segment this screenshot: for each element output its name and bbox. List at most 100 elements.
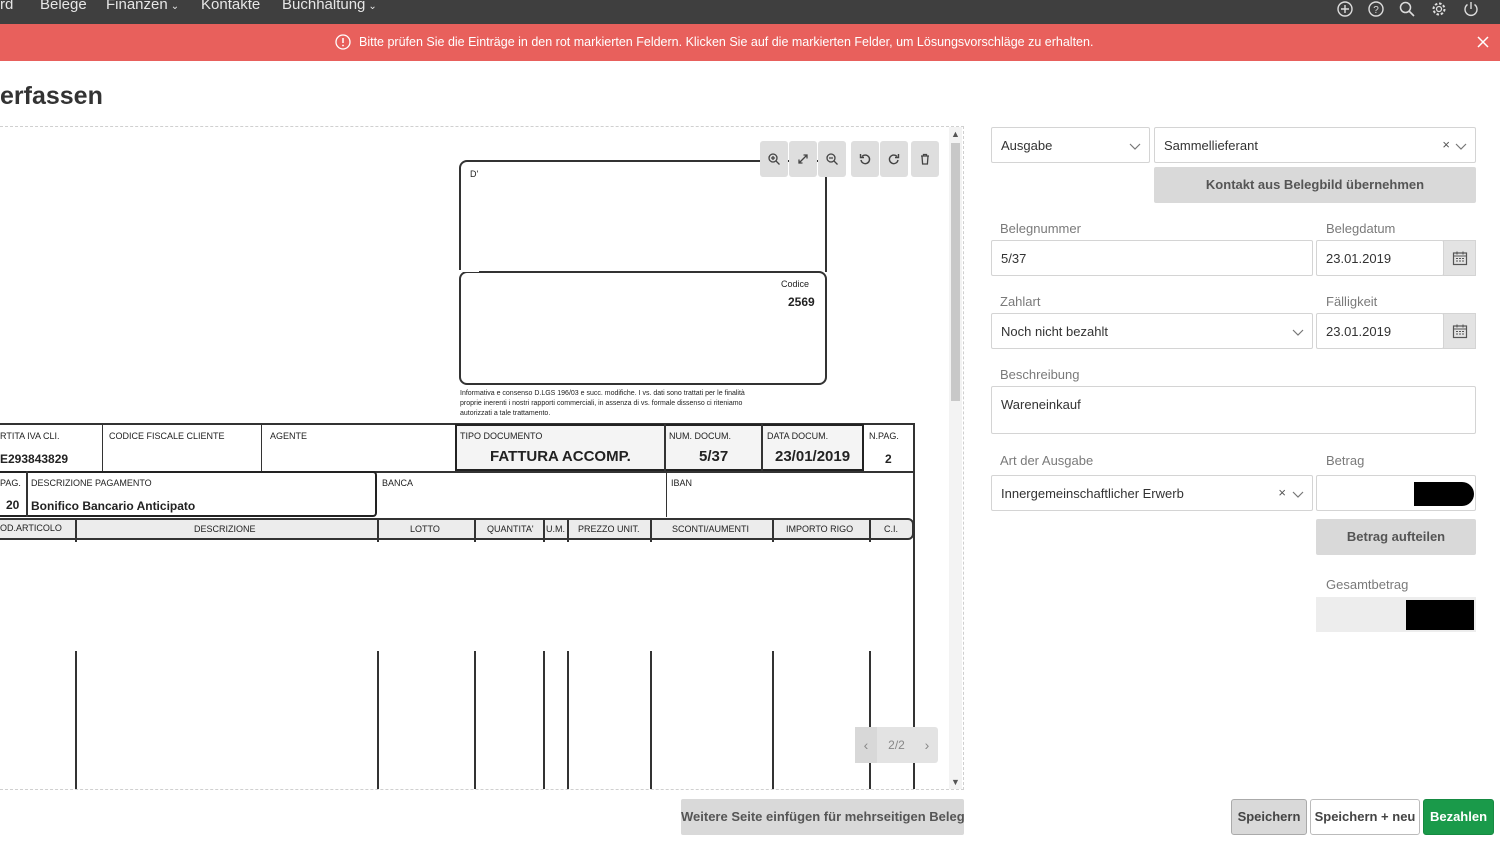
clear-icon[interactable]: × bbox=[1442, 137, 1450, 152]
invoice-codice-label: Codice bbox=[781, 279, 810, 289]
contact-from-image-button[interactable]: Kontakt aus Belegbild übernehmen bbox=[1154, 167, 1476, 203]
chevron-down-icon bbox=[1455, 143, 1467, 150]
plus-circle-icon[interactable] bbox=[1336, 0, 1354, 18]
clear-icon[interactable]: × bbox=[1278, 485, 1286, 500]
data-docum-value: 23/01/2019 bbox=[775, 448, 851, 465]
close-icon[interactable] bbox=[1475, 34, 1491, 50]
nav-item-dashboard[interactable]: rd bbox=[0, 0, 13, 13]
fit-button[interactable] bbox=[789, 141, 817, 177]
scroll-down-icon[interactable]: ▼ bbox=[949, 775, 962, 789]
rule bbox=[664, 424, 666, 471]
num-docum-value: 5/37 bbox=[699, 448, 729, 465]
pay-button[interactable]: Bezahlen bbox=[1423, 799, 1494, 835]
rule bbox=[772, 520, 774, 542]
scroll-up-icon[interactable]: ▲ bbox=[949, 127, 962, 141]
invoice-codice-value: 2569 bbox=[788, 295, 815, 309]
partita-iva-label: RTITA IVA CLI. bbox=[0, 431, 60, 441]
col-prezzo-unit: PREZZO UNIT. bbox=[578, 524, 640, 534]
faelligkeit-calendar-button[interactable] bbox=[1443, 313, 1476, 349]
rotate-right-button[interactable] bbox=[880, 141, 908, 177]
top-navigation: rd Belege Finanzen ⌄ Kontakte Buchhaltung… bbox=[0, 0, 1500, 24]
chevron-down-icon: ⌄ bbox=[170, 1, 180, 12]
nav-item-buchhaltung-label: Buchhaltung bbox=[282, 0, 366, 13]
viewer-scrollbar[interactable]: ▲ ▼ bbox=[949, 127, 962, 789]
beschreibung-label: Beschreibung bbox=[1000, 367, 1080, 382]
rule bbox=[567, 520, 569, 542]
col-importo-rigo: IMPORTO RIGO bbox=[786, 524, 854, 534]
zoom-in-icon bbox=[768, 153, 780, 165]
help-icon[interactable]: ? bbox=[1367, 0, 1385, 18]
belegdatum-label: Belegdatum bbox=[1326, 221, 1396, 236]
banca-label: BANCA bbox=[382, 478, 414, 488]
codice-fiscale-label: CODICE FISCALE CLIENTE bbox=[109, 431, 225, 441]
contact-select-value: Sammellieferant bbox=[1164, 138, 1258, 153]
zoom-out-button[interactable] bbox=[818, 141, 846, 177]
faelligkeit-label: Fälligkeit bbox=[1326, 294, 1378, 309]
rule bbox=[869, 520, 871, 542]
descrizione-pagamento-value: Bonifico Bancario Anticipato bbox=[31, 499, 196, 513]
rule bbox=[567, 651, 569, 789]
rule bbox=[761, 424, 763, 471]
power-icon[interactable] bbox=[1462, 0, 1480, 18]
descrizione-pagamento-label: DESCRIZIONE PAGAMENTO bbox=[31, 478, 152, 488]
search-icon[interactable] bbox=[1398, 0, 1416, 18]
save-button[interactable]: Speichern bbox=[1231, 799, 1307, 835]
delete-page-button[interactable] bbox=[911, 141, 939, 177]
page-indicator: 2/2 bbox=[888, 738, 905, 752]
gesamtbetrag-label: Gesamtbetrag bbox=[1326, 577, 1409, 592]
rule bbox=[543, 651, 545, 789]
chevron-down-icon bbox=[1129, 143, 1141, 150]
rule bbox=[377, 520, 379, 542]
art-der-ausgabe-value: Innergemeinschaftlicher Erwerb bbox=[1001, 486, 1184, 501]
scrollbar-thumb[interactable] bbox=[951, 143, 960, 401]
col-um: U.M. bbox=[546, 524, 565, 534]
rule bbox=[474, 651, 476, 789]
alert-message: Bitte prüfen Sie die Einträge in den rot… bbox=[359, 35, 1094, 49]
split-amount-button[interactable]: Betrag aufteilen bbox=[1316, 519, 1476, 555]
trash-icon bbox=[921, 153, 929, 165]
svg-text:?: ? bbox=[1373, 5, 1379, 16]
warning-icon bbox=[335, 34, 351, 50]
rule bbox=[75, 651, 77, 789]
rule bbox=[261, 423, 262, 471]
page-navigator: ‹ 2/2 › bbox=[855, 727, 938, 763]
contact-select[interactable]: Sammellieferant × bbox=[1154, 127, 1476, 163]
nav-item-finanzen[interactable]: Finanzen ⌄ bbox=[106, 0, 179, 13]
prev-page-button[interactable]: ‹ bbox=[855, 727, 877, 763]
art-der-ausgabe-select[interactable]: Innergemeinschaftlicher Erwerb × bbox=[991, 475, 1313, 511]
rule bbox=[26, 471, 28, 517]
rotate-left-button[interactable] bbox=[851, 141, 879, 177]
faelligkeit-field[interactable]: 23.01.2019 bbox=[1316, 313, 1444, 349]
gear-icon[interactable] bbox=[1430, 0, 1448, 18]
belegnummer-field[interactable]: 5/37 bbox=[991, 240, 1313, 276]
col-descrizione: DESCRIZIONE bbox=[194, 524, 256, 534]
zoom-in-button[interactable] bbox=[760, 141, 788, 177]
expand-icon bbox=[798, 154, 808, 164]
nav-item-buchhaltung[interactable]: Buchhaltung ⌄ bbox=[282, 0, 377, 13]
add-page-button[interactable]: Weitere Seite einfügen für mehrseitigen … bbox=[681, 799, 965, 835]
betrag-field[interactable] bbox=[1316, 475, 1476, 511]
rule bbox=[75, 520, 77, 542]
col-articolo: OD.ARTICOLO bbox=[0, 523, 62, 533]
belegdatum-field[interactable]: 23.01.2019 bbox=[1316, 240, 1444, 276]
zahlart-select[interactable]: Noch nicht bezahlt bbox=[991, 313, 1313, 349]
belegdatum-calendar-button[interactable] bbox=[1443, 240, 1476, 276]
rotate-left-icon bbox=[859, 154, 871, 165]
calendar-icon bbox=[1452, 251, 1467, 266]
rule bbox=[102, 423, 103, 471]
privacy-line-2: proprie inerenti i nostri rapporti comme… bbox=[460, 400, 743, 407]
chevron-down-icon: ⌄ bbox=[368, 1, 377, 12]
next-page-button[interactable]: › bbox=[916, 727, 938, 763]
belegnummer-value: 5/37 bbox=[1001, 251, 1027, 266]
beschreibung-field[interactable]: Wareneinkauf bbox=[991, 386, 1476, 434]
chevron-down-icon bbox=[1292, 491, 1304, 498]
save-and-new-button[interactable]: Speichern + neu bbox=[1310, 799, 1420, 835]
col-ci: C.I. bbox=[884, 524, 899, 534]
partita-iva-value: E293843829 bbox=[0, 452, 69, 466]
nav-item-kontakte[interactable]: Kontakte bbox=[201, 0, 260, 13]
rule bbox=[377, 651, 379, 789]
nav-item-belege[interactable]: Belege bbox=[40, 0, 87, 13]
rule bbox=[666, 471, 667, 517]
privacy-line-3: autorizzati a tale trattamento. bbox=[460, 410, 551, 417]
type-select[interactable]: Ausgabe bbox=[991, 127, 1150, 163]
